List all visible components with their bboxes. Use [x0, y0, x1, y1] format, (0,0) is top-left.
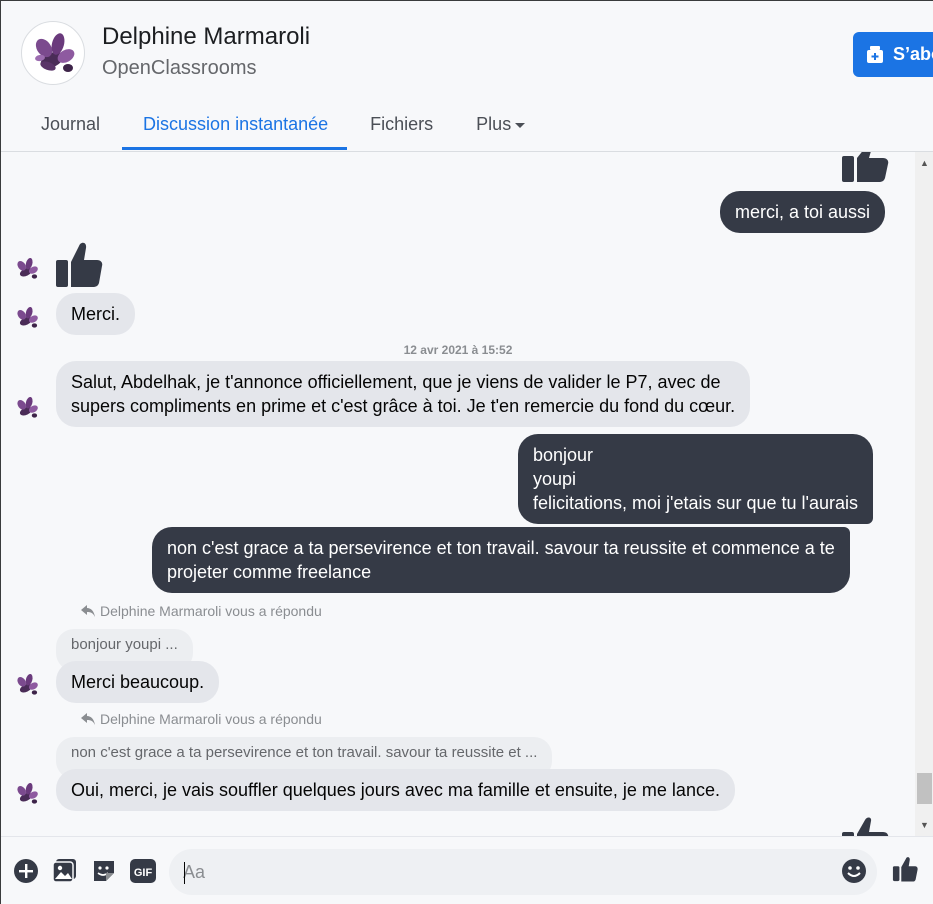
contact-avatar: [10, 391, 44, 425]
thumbs-up-icon[interactable]: [892, 856, 918, 882]
composer-bar: GIF: [1, 836, 933, 904]
reply-icon: [81, 605, 95, 617]
message-outgoing[interactable]: bonjour youpi felicitations, moi j'etais…: [518, 434, 874, 524]
contact-name[interactable]: Delphine Marmaroli: [102, 23, 310, 51]
tab-bar: Journal Discussion instantanée Fichiers …: [1, 97, 546, 151]
tab-journal[interactable]: Journal: [1, 97, 122, 151]
tab-plus[interactable]: Plus: [454, 97, 546, 151]
contact-avatar: [10, 301, 44, 335]
message-input[interactable]: [169, 849, 877, 895]
reply-indicator: Delphine Marmaroli vous a répondu: [81, 711, 322, 727]
contact-avatar: [10, 252, 44, 286]
chat-window: Delphine Marmaroli OpenClassrooms S’abon…: [0, 0, 933, 904]
scroll-down-arrow-icon[interactable]: ▼: [915, 816, 933, 834]
tab-fichiers[interactable]: Fichiers: [347, 97, 454, 151]
message-line: bonjour: [533, 445, 594, 465]
message-line: Salut, Abdelhak, je t'annonce officielle…: [71, 372, 721, 392]
message-line: supers compliments en prime et c'est grâ…: [71, 396, 736, 416]
message-incoming[interactable]: Salut, Abdelhak, je t'annonce officielle…: [56, 361, 751, 427]
message-line: youpi: [533, 469, 577, 489]
message-incoming[interactable]: Merci.: [56, 293, 135, 335]
gif-icon[interactable]: GIF: [130, 858, 156, 884]
message-line: felicitations, moi j'etais sur que tu l'…: [533, 493, 859, 513]
tab-journal-label: Journal: [41, 113, 101, 134]
gif-label: GIF: [134, 867, 153, 879]
message-outgoing[interactable]: non c'est grace a ta persevirence et ton…: [152, 527, 850, 593]
tab-discussion[interactable]: Discussion instantanée: [122, 97, 348, 151]
message-line: non c'est grace a ta persevirence et ton…: [167, 538, 835, 558]
reply-indicator: Delphine Marmaroli vous a répondu: [81, 603, 322, 619]
tab-discussion-label: Discussion instantanée: [143, 113, 329, 134]
scrollbar-thumb[interactable]: [917, 773, 932, 804]
message-line: projeter comme freelance: [167, 562, 372, 582]
profile-avatar[interactable]: [21, 21, 85, 85]
subscribe-button[interactable]: S’abonner: [853, 32, 933, 77]
thumbs-up-icon: [842, 152, 889, 182]
message-timestamp: 12 avr 2021 à 15:52: [403, 343, 513, 357]
subscribe-icon: [867, 45, 883, 63]
text-caret: [184, 862, 185, 884]
thumbs-up-icon: [56, 242, 103, 287]
emoji-icon[interactable]: [841, 858, 867, 884]
sticker-icon[interactable]: [91, 858, 117, 884]
reply-indicator-text: Delphine Marmaroli vous a répondu: [100, 711, 322, 727]
chat-header: Delphine Marmaroli OpenClassrooms S’abon…: [1, 1, 933, 152]
tab-fichiers-label: Fichiers: [370, 113, 434, 134]
plus-circle-icon[interactable]: [13, 858, 39, 884]
reply-indicator-text: Delphine Marmaroli vous a répondu: [100, 603, 322, 619]
caret-down-icon: [515, 122, 526, 128]
message-incoming[interactable]: Merci beaucoup.: [56, 661, 220, 703]
contact-avatar: [10, 668, 44, 702]
scrollbar[interactable]: ▲ ▼: [915, 152, 933, 836]
scroll-up-arrow-icon[interactable]: ▲: [915, 154, 933, 172]
contact-avatar: [10, 777, 44, 811]
message-incoming[interactable]: Oui, merci, je vais souffler quelques jo…: [56, 769, 735, 811]
contact-group: OpenClassrooms: [102, 57, 257, 79]
conversation-area[interactable]: merci, a toi aussi Merci. 12 avr 2021 à …: [1, 152, 915, 836]
subscribe-label: S’abonner: [893, 44, 933, 64]
reply-icon: [81, 713, 95, 725]
thumbs-up-icon: [842, 817, 889, 836]
tab-plus-label: Plus: [476, 113, 512, 134]
message-outgoing[interactable]: merci, a toi aussi: [720, 191, 886, 233]
image-icon[interactable]: [52, 858, 78, 884]
